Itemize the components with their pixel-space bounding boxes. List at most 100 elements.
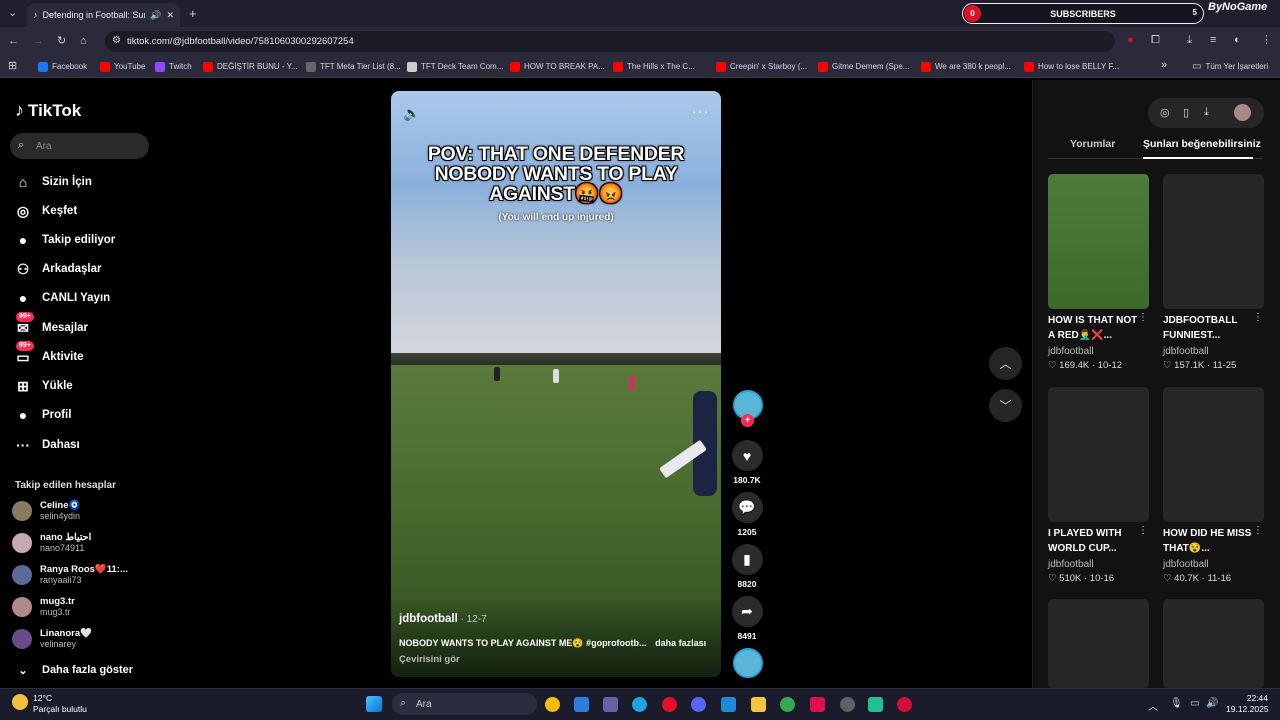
bookmark-item[interactable]: Creepin' x Starboy (... [716,58,807,75]
bookmark-item[interactable]: We are 380 k peopl... [921,58,1011,75]
card-more-icon[interactable]: ⋮ [1138,312,1148,323]
follow-plus-icon[interactable]: + [741,414,754,427]
browser-tab-active[interactable]: ♪ Defending in Football: Sund 🔊 ✕ [27,3,180,27]
volume-tray-icon[interactable]: 🔊 [1206,698,1218,709]
opera-extension-icon[interactable]: ● [1127,35,1134,46]
following-account[interactable]: Linanora🤍 velinarey [12,626,92,652]
comment-action[interactable]: 💬 1205 [731,492,763,537]
more-options-icon[interactable]: ··· [692,103,709,119]
recommended-card[interactable] [1048,599,1149,688]
all-bookmarks[interactable]: ▭ Tüm Yer İşaretleri [1192,58,1268,75]
windows-start-icon[interactable] [366,696,382,712]
sidebar-item[interactable]: ⌂ Sizin İçin [14,171,92,193]
apps-grid-icon[interactable]: ⊞ [8,61,17,72]
tab-recommended[interactable]: Şunları beğenebilirsiniz [1143,138,1261,150]
discord-taskbar-icon[interactable] [691,697,706,712]
recommended-card-thumbnail[interactable] [1048,174,1149,309]
tab-comments[interactable]: Yorumlar [1070,138,1115,150]
forward-icon[interactable]: → [33,36,44,47]
tab-list-icon[interactable]: ⌄ [8,8,17,19]
teams-taskbar-icon[interactable] [603,697,618,712]
bookmark-item[interactable]: The Hills x The C... [613,58,695,75]
card-author[interactable]: jdbfootball [1048,559,1094,570]
bookmark-item[interactable]: YouTube [100,58,145,75]
volume-icon[interactable]: 🔈 [403,105,420,122]
profile-avatar-icon[interactable]: ◐ [1234,35,1241,46]
steam-taskbar-icon[interactable] [840,697,855,712]
edge-taskbar-icon[interactable] [632,697,647,712]
bookmark-item[interactable]: TFT Meta Tier List (8... [306,58,401,75]
bookmarks-overflow-icon[interactable]: » [1161,60,1167,71]
explore-icon[interactable]: ◎ [1160,106,1170,119]
store-taskbar-icon[interactable] [574,697,589,712]
save-action[interactable]: ▮ 8820 [731,544,763,589]
recommended-card-thumbnail[interactable] [1163,387,1264,522]
opera-taskbar-icon[interactable] [662,697,677,712]
tiktok-taskbar-icon[interactable] [810,697,825,712]
bookmark-item[interactable]: Facebook [38,58,87,75]
recommended-card-thumbnail[interactable] [1163,174,1264,309]
translate-link[interactable]: Çevirisini gör [399,654,460,665]
tray-overflow-icon[interactable]: ︿ [1148,698,1158,713]
microphone-icon[interactable]: 🎙 [1170,698,1183,709]
following-account[interactable]: nano احتياط nano74911 [12,530,91,556]
share-icon[interactable]: ➦ [731,596,763,627]
taskbar-search[interactable]: ⌕ Ara [392,693,537,715]
more-link[interactable]: daha fazlası [655,638,706,648]
bookmark-item[interactable]: HOW TO BREAK PA... [510,58,605,75]
download-icon[interactable]: ⤓ [1187,35,1192,46]
explorer-taskbar-icon[interactable] [751,697,766,712]
sidebar-item[interactable]: ● Profil [14,404,72,426]
video-player[interactable]: 🔈 ··· POV: THAT ONE DEFENDER NOBODY WANT… [391,91,721,677]
show-more-button[interactable]: ⌄ Daha fazla göster [14,659,133,681]
sidebar-item[interactable]: ⚇ Arkadaşlar [14,258,102,280]
card-more-icon[interactable]: ⋮ [1253,312,1263,323]
media-control-icon[interactable]: ≡ [1210,35,1216,46]
app-taskbar-icon[interactable] [868,697,883,712]
weather-icon[interactable] [12,694,28,710]
previous-video-button[interactable]: ︿ [989,347,1022,380]
comment-icon[interactable]: 💬 [731,492,763,523]
card-author[interactable]: jdbfootball [1048,346,1094,357]
new-tab-icon[interactable]: + [189,7,197,20]
home-icon[interactable]: ⌂ [80,36,87,47]
following-account[interactable]: Celine🧿 selin4ydin [12,498,80,524]
weather-widget[interactable]: 12°C Parçalı bulutlu [33,693,87,715]
site-info-icon[interactable]: ⚙ [112,36,121,46]
sidebar-item[interactable]: ● CANLI Yayın [14,287,110,309]
card-title[interactable]: HOW IS THAT NOT A RED🤦‍♂️❌... [1048,313,1144,343]
system-clock[interactable]: 22:44 19.12.2025 [1226,693,1269,715]
user-avatar[interactable] [1234,104,1251,121]
card-more-icon[interactable]: ⋮ [1138,525,1148,536]
like-action[interactable]: ♥ 180.7K [731,440,763,485]
sidebar-item[interactable]: ▭ 99+ Aktivite [14,341,84,368]
video-author[interactable]: jdbfootball · 12-7 [399,613,487,625]
video-author-name[interactable]: jdbfootball [399,613,458,625]
card-title[interactable]: I PLAYED WITH WORLD CUP... [1048,526,1144,556]
download-video-icon[interactable]: ⤓ [1204,106,1209,119]
sidebar-item[interactable]: ··· Dahası [14,434,80,456]
chrome-taskbar-icon[interactable] [545,697,560,712]
chrome-active-taskbar-icon[interactable] [780,697,795,712]
back-icon[interactable]: ← [8,36,19,47]
next-video-button[interactable]: ﹀ [989,389,1022,422]
bookmark-item[interactable]: How to lose BELLY F... [1024,58,1119,75]
youtube-taskbar-icon[interactable] [897,697,912,712]
following-account[interactable]: Ranya Roos❤️11:... ranyaali73 [12,562,128,588]
sidebar-item[interactable]: ✉ 99+ Mesajlar [14,312,88,339]
music-disc-avatar[interactable] [733,648,763,678]
menu-icon[interactable]: ⋮ [1261,35,1272,46]
following-account[interactable]: mug3.tr mug3.tr [12,594,75,620]
extensions-icon[interactable]: ⧠ [1151,35,1160,46]
card-author[interactable]: jdbfootball [1163,346,1209,357]
sidebar-item[interactable]: ⊞ Yükle [14,375,73,397]
search-input[interactable]: ⌕ Ara [10,133,149,159]
bookmark-item[interactable]: DEĞİŞTİR BUNU - Y... [203,58,298,75]
tiktok-logo[interactable]: ♪ TikTok [15,100,81,121]
heart-icon[interactable]: ♥ [731,440,763,471]
share-action[interactable]: ➦ 8491 [731,596,763,641]
bookmark-icon[interactable]: ▮ [731,544,763,575]
tab-close-icon[interactable]: ✕ [166,10,174,21]
bookmark-item[interactable]: TFT Deck Team Com... [407,58,503,75]
card-author[interactable]: jdbfootball [1163,559,1209,570]
